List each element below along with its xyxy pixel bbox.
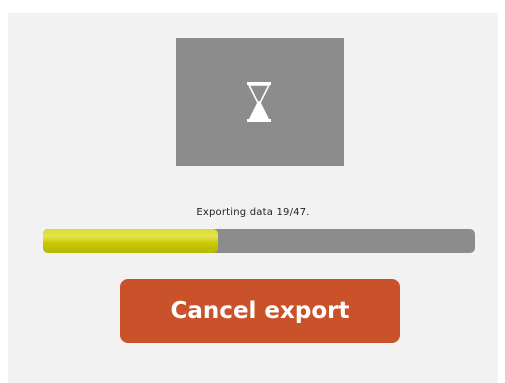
export-dialog: Exporting data 19/47. Cancel export bbox=[8, 13, 498, 383]
export-progress-fill bbox=[43, 229, 218, 253]
hourglass-icon bbox=[247, 82, 271, 122]
export-thumbnail bbox=[176, 38, 344, 166]
export-progress-bar bbox=[43, 229, 475, 253]
cancel-export-button[interactable]: Cancel export bbox=[120, 279, 400, 343]
export-status-text: Exporting data 19/47. bbox=[196, 207, 310, 218]
